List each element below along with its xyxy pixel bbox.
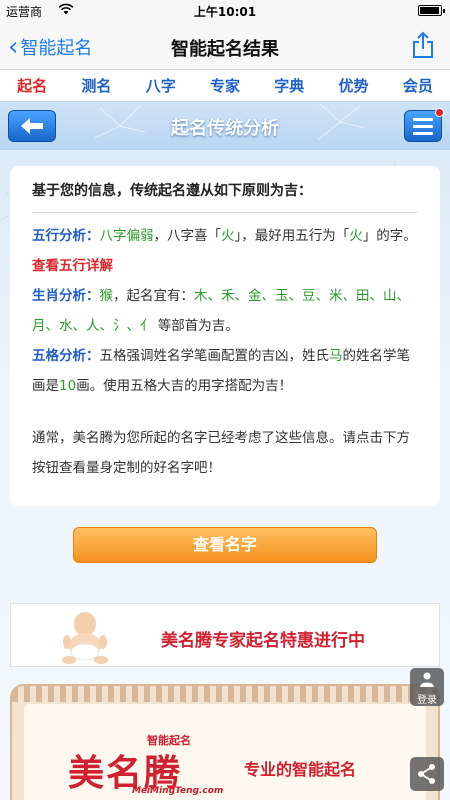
wuxing-detail-link[interactable]: 查看五行详解 xyxy=(32,258,113,274)
share-button[interactable] xyxy=(412,31,434,63)
login-label: 登录 xyxy=(417,695,437,706)
wuxing-label: 五行分析： xyxy=(32,228,100,244)
wuxing-analysis: 五行分析：八字偏弱，八字喜「火」，最好用五行为「火」的字。查看五行详解 xyxy=(32,228,417,274)
battery-icon xyxy=(418,5,445,16)
tab-youshi[interactable]: 优势 xyxy=(321,70,385,101)
shengxiao-analysis: 生肖分析：猴，起名宜有：木、禾、金、玉、豆、米、田、山、月、水、人、氵、亻 等部… xyxy=(32,288,410,334)
surname: 马 xyxy=(329,348,343,364)
decorative-border xyxy=(12,686,438,702)
tab-huiyuan[interactable]: 会员 xyxy=(386,70,450,101)
page-title: 智能起名结果 xyxy=(171,39,279,60)
user-icon xyxy=(420,672,434,687)
zodiac-animal: 猴 xyxy=(99,288,114,304)
view-names-button[interactable]: 查看名字 xyxy=(73,527,377,563)
share-nodes-icon xyxy=(418,764,435,784)
wuge-analysis: 五格分析：五格强调姓名学笔画配置的吉凶，姓氏马的姓名学笔画是10画。使用五格大吉… xyxy=(32,348,410,394)
tab-bazi[interactable]: 八字 xyxy=(129,70,193,101)
menu-button[interactable] xyxy=(404,108,444,142)
brand-card[interactable]: 智能起名 美名腾 MeiMingTeng.com 专业的智能起名 xyxy=(10,684,440,800)
promo-banner[interactable]: 美名腾专家起名特惠进行中 xyxy=(10,603,440,667)
brand-tagline: 专业的智能起名 xyxy=(244,760,357,779)
baby-image xyxy=(62,612,108,664)
menu-icon xyxy=(413,117,433,121)
stroke-count: 10 xyxy=(59,378,77,394)
share-icon xyxy=(413,31,433,58)
share-float-button[interactable] xyxy=(410,757,444,791)
section-banner: 起名传统分析 xyxy=(0,102,450,150)
analysis-card: 基于您的信息，传统起名遵从如下原则为吉： 五行分析：八字偏弱，八字喜「火」，最好… xyxy=(10,166,440,506)
navigation-bar: ‹ 智能起名 智能起名结果 xyxy=(0,22,450,70)
banner-title: 起名传统分析 xyxy=(171,118,279,139)
favored-element: 火 xyxy=(221,228,235,244)
promo-text: 美名腾专家起名特惠进行中 xyxy=(161,631,365,651)
analysis-heading: 基于您的信息，传统起名遵从如下原则为吉： xyxy=(32,180,418,213)
wuge-label: 五格分析： xyxy=(32,348,100,364)
status-bar: 运营商 上午10:01 xyxy=(0,0,450,22)
notification-dot xyxy=(435,108,444,117)
closing-text: 通常，美名腾为您所起的名字已经考虑了这些信息。请点击下方按钮查看量身定制的好名字… xyxy=(32,430,410,476)
tab-qiming[interactable]: 起名 xyxy=(0,70,64,101)
bazi-strength: 八字偏弱 xyxy=(99,228,154,244)
tab-zhuanjia[interactable]: 专家 xyxy=(193,70,257,101)
login-button[interactable]: 登录 xyxy=(410,668,444,706)
tab-zidian[interactable]: 字典 xyxy=(257,70,321,101)
clock: 上午10:01 xyxy=(193,5,257,19)
category-tabs: 起名 测名 八字 专家 字典 优势 会员 xyxy=(0,70,450,102)
logo-url: MeiMingTeng.com xyxy=(132,786,224,796)
shengxiao-label: 生肖分析： xyxy=(32,288,100,304)
tab-ceming[interactable]: 测名 xyxy=(64,70,128,101)
